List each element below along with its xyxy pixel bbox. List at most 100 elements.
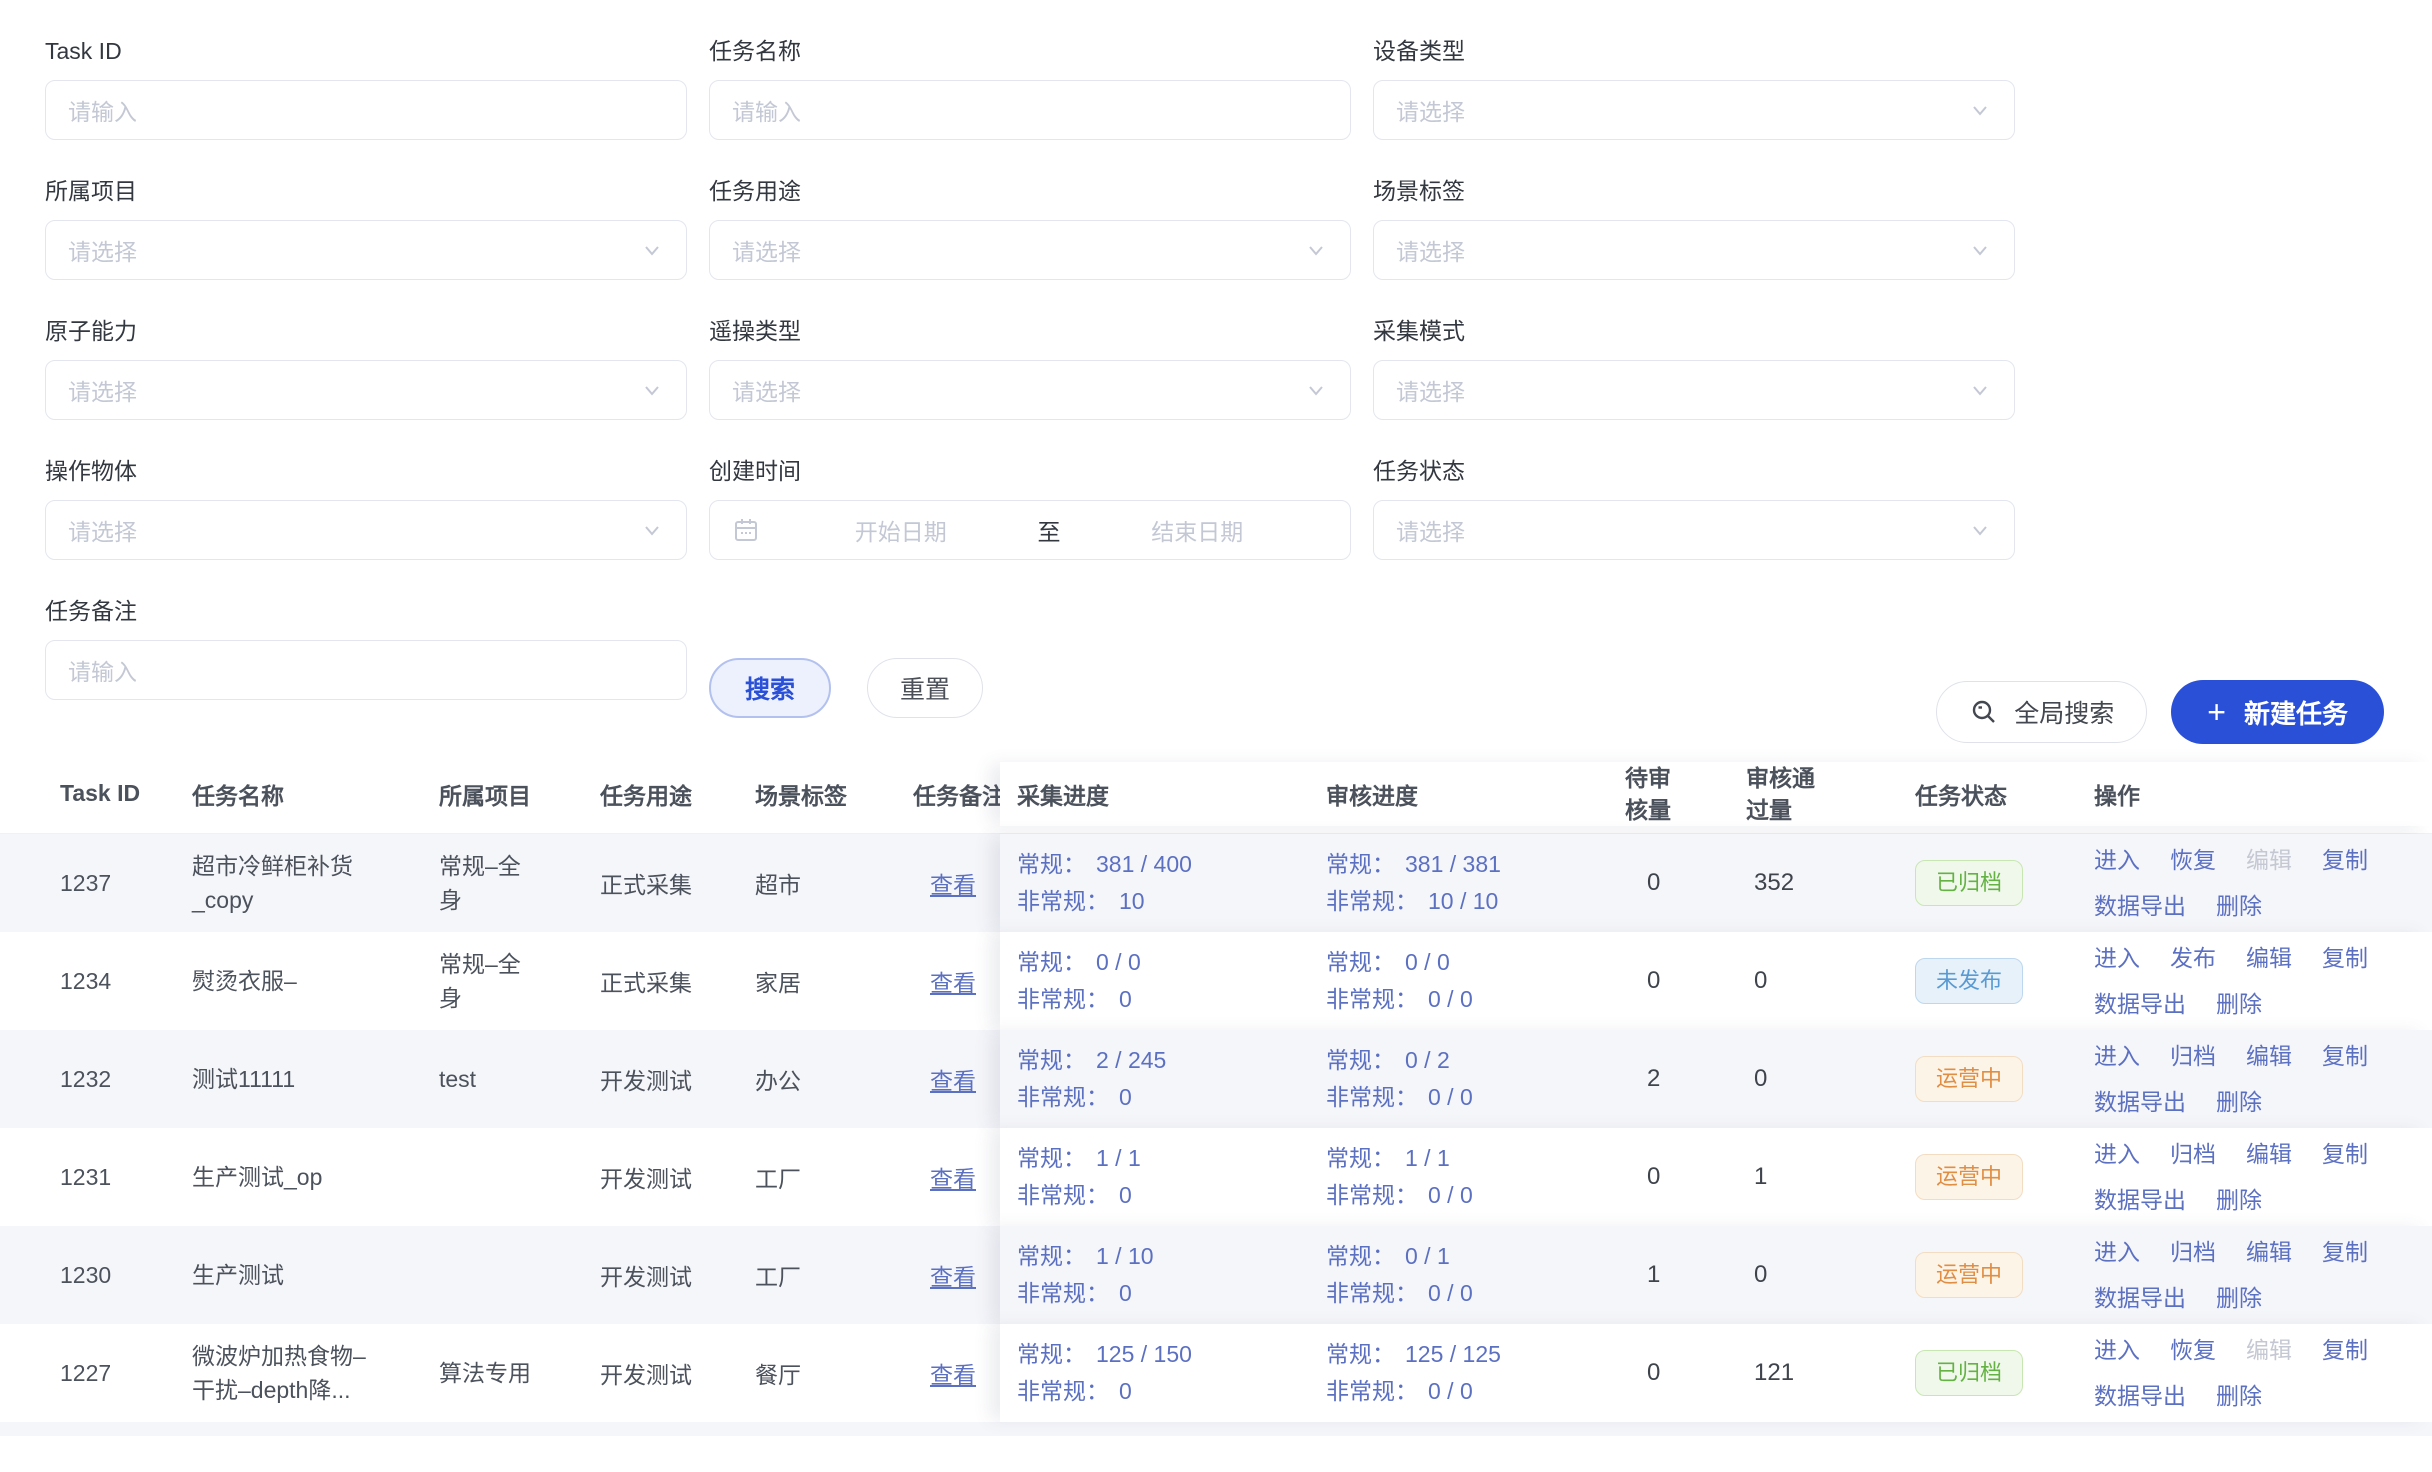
- select-placeholder: 请选择: [732, 373, 801, 407]
- cell-scene: 工厂: [755, 1160, 913, 1194]
- action-link[interactable]: 进入: [2094, 1333, 2140, 1367]
- select-input[interactable]: 请选择: [709, 220, 1351, 280]
- reset-button[interactable]: 重置: [867, 658, 983, 718]
- status-badge: 运营中: [1915, 1056, 2023, 1102]
- select-input[interactable]: 请选择: [1373, 220, 2015, 280]
- action-link[interactable]: 进入: [2094, 1039, 2140, 1073]
- action-link[interactable]: 归档: [2170, 1235, 2216, 1269]
- cell-task-id: 1231: [60, 1164, 192, 1191]
- text-input[interactable]: 请输入: [709, 80, 1351, 140]
- action-link[interactable]: 数据导出: [2094, 1085, 2186, 1119]
- cell-passed-count: 0: [1746, 1065, 1915, 1093]
- action-link[interactable]: 复制: [2322, 941, 2368, 975]
- regular-value: 381 / 400: [1096, 851, 1192, 877]
- action-link[interactable]: 复制: [2322, 1137, 2368, 1171]
- action-link[interactable]: 数据导出: [2094, 889, 2186, 923]
- view-note-link[interactable]: 查看: [930, 970, 976, 996]
- action-link[interactable]: 复制: [2322, 1333, 2368, 1367]
- action-link[interactable]: 复制: [2322, 1039, 2368, 1073]
- global-search-button[interactable]: 全局搜索: [1936, 681, 2147, 743]
- action-link[interactable]: 删除: [2216, 987, 2262, 1021]
- search-button[interactable]: 搜索: [709, 658, 831, 718]
- action-link[interactable]: 恢复: [2170, 1333, 2216, 1367]
- header-review-progress: 审核进度: [1326, 777, 1625, 811]
- chevron-down-icon: [1304, 238, 1328, 262]
- action-link[interactable]: 发布: [2170, 941, 2216, 975]
- action-link[interactable]: 归档: [2170, 1039, 2216, 1073]
- status-badge: 已归档: [1915, 860, 2023, 906]
- text-input[interactable]: 请输入: [45, 80, 687, 140]
- view-note-link[interactable]: 查看: [930, 872, 976, 898]
- view-note-link[interactable]: 查看: [930, 1068, 976, 1094]
- action-link[interactable]: 删除: [2216, 1183, 2262, 1217]
- action-link[interactable]: 数据导出: [2094, 1183, 2186, 1217]
- regular-label: 常规：: [1017, 949, 1086, 975]
- cell-scene: 餐厅: [755, 1356, 913, 1390]
- cell-project: 算法专用: [439, 1356, 600, 1390]
- filter-field: 操作物体 请选择: [45, 456, 687, 560]
- action-link[interactable]: 编辑: [2246, 1235, 2292, 1269]
- regular-label: 常规：: [1326, 851, 1395, 877]
- cell-scene: 工厂: [755, 1258, 913, 1292]
- action-link[interactable]: 编辑: [2246, 1039, 2292, 1073]
- action-link[interactable]: 删除: [2216, 1379, 2262, 1413]
- action-link[interactable]: 删除: [2216, 889, 2262, 923]
- cell-purpose: 正式采集: [600, 866, 755, 900]
- action-link[interactable]: 进入: [2094, 843, 2140, 877]
- action-link[interactable]: 复制: [2322, 1235, 2368, 1269]
- view-note-link[interactable]: 查看: [930, 1362, 976, 1388]
- cell-project: test: [439, 1062, 600, 1096]
- new-task-button[interactable]: + 新建任务: [2171, 680, 2384, 744]
- select-input[interactable]: 请选择: [1373, 360, 2015, 420]
- action-link[interactable]: 复制: [2322, 843, 2368, 877]
- select-input[interactable]: 请选择: [45, 500, 687, 560]
- filter-label: 任务用途: [709, 176, 1351, 206]
- action-link[interactable]: 归档: [2170, 1137, 2216, 1171]
- start-date-placeholder[interactable]: 开始日期: [770, 513, 1032, 547]
- regular-label: 常规：: [1326, 1047, 1395, 1073]
- select-placeholder: 请选择: [68, 233, 137, 267]
- cell-review-progress: 常规：1 / 1 非常规：0 / 0: [1326, 1140, 1625, 1214]
- end-date-placeholder[interactable]: 结束日期: [1067, 513, 1329, 547]
- action-link[interactable]: 编辑: [2246, 941, 2292, 975]
- action-link[interactable]: 恢复: [2170, 843, 2216, 877]
- cell-passed-count: 352: [1746, 869, 1915, 897]
- select-input[interactable]: 请选择: [1373, 500, 2015, 560]
- select-input[interactable]: 请选择: [709, 360, 1351, 420]
- cell-task-id: 1227: [60, 1360, 192, 1387]
- cell-collect-progress: 常规：1 / 1 非常规：0: [1017, 1140, 1326, 1214]
- cell-collect-progress: 常规：381 / 400 非常规：10: [1017, 846, 1326, 920]
- filter-label: 所属项目: [45, 176, 687, 206]
- regular-value: 2 / 245: [1096, 1047, 1166, 1073]
- action-link[interactable]: 数据导出: [2094, 1281, 2186, 1315]
- text-input[interactable]: 请输入: [45, 640, 687, 700]
- filter-field: 采集模式 请选择: [1373, 316, 2015, 420]
- irregular-value: 10: [1119, 888, 1145, 914]
- select-input[interactable]: 请选择: [45, 360, 687, 420]
- action-link[interactable]: 进入: [2094, 1235, 2140, 1269]
- view-note-link[interactable]: 查看: [930, 1166, 976, 1192]
- action-link[interactable]: 进入: [2094, 1137, 2140, 1171]
- filter-field: 任务用途 请选择: [709, 176, 1351, 280]
- chevron-down-icon: [1968, 518, 1992, 542]
- action-link[interactable]: 数据导出: [2094, 987, 2186, 1021]
- irregular-value: 0: [1119, 1280, 1132, 1306]
- cell-review-progress: 常规：0 / 0 非常规：0 / 0: [1326, 944, 1625, 1018]
- irregular-value: 0: [1119, 1084, 1132, 1110]
- action-link[interactable]: 数据导出: [2094, 1379, 2186, 1413]
- filter-label: 任务备注: [45, 596, 687, 626]
- action-link[interactable]: 编辑: [2246, 1137, 2292, 1171]
- select-input[interactable]: 请选择: [1373, 80, 2015, 140]
- date-range-input[interactable]: 开始日期 至 结束日期: [709, 500, 1351, 560]
- cell-task-name: 生产测试_op: [192, 1160, 439, 1194]
- header-task-name: 任务名称: [192, 777, 439, 811]
- irregular-label: 非常规：: [1326, 1280, 1418, 1306]
- select-input[interactable]: 请选择: [45, 220, 687, 280]
- action-link[interactable]: 进入: [2094, 941, 2140, 975]
- view-note-link[interactable]: 查看: [930, 1264, 976, 1290]
- cell-task-name: 超市冷鲜柜补货 _copy: [192, 849, 439, 917]
- cell-pending-count: 0: [1625, 1163, 1746, 1191]
- cell-task-name: 生产测试: [192, 1258, 439, 1292]
- action-link[interactable]: 删除: [2216, 1281, 2262, 1315]
- action-link[interactable]: 删除: [2216, 1085, 2262, 1119]
